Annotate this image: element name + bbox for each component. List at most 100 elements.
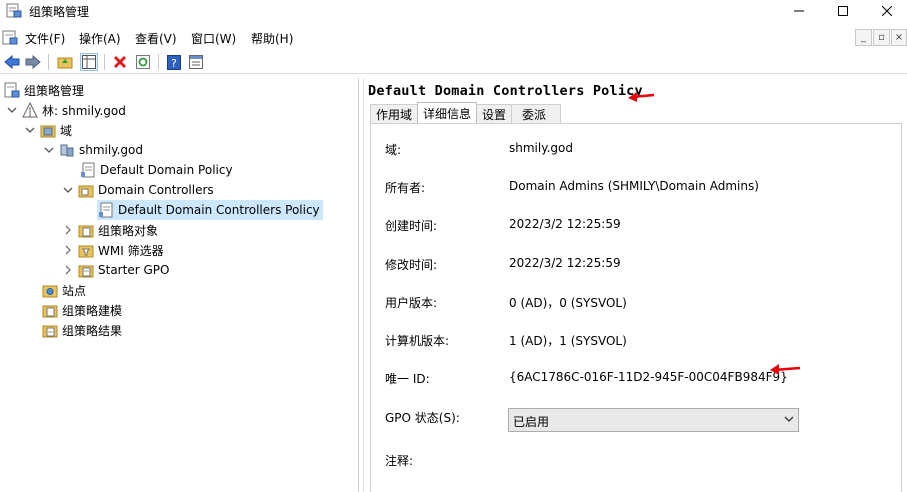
chevron-down-icon[interactable] xyxy=(6,104,18,116)
mdi-restore-button[interactable]: ▫ xyxy=(873,29,890,46)
refresh-button[interactable] xyxy=(134,53,152,71)
delete-icon xyxy=(113,55,127,69)
up-folder-button[interactable] xyxy=(56,53,74,71)
tab-delegation[interactable]: 委派 xyxy=(511,104,562,123)
sites-folder-icon xyxy=(42,285,58,298)
tab-settings[interactable]: 设置 xyxy=(476,104,513,123)
tree-label: 林: shmily.god xyxy=(42,103,126,118)
back-button[interactable] xyxy=(3,53,21,71)
tree-item-wmi-filters[interactable]: WMI 筛选器 xyxy=(62,240,164,260)
forest-icon xyxy=(22,102,38,118)
tree-label: 域 xyxy=(60,123,73,138)
tree-item-gpo-objects[interactable]: 组策略对象 xyxy=(62,220,158,240)
menu-action[interactable]: 操作(A) xyxy=(79,30,121,47)
close-icon xyxy=(882,6,892,16)
tree-item-starter-gpo[interactable]: Starter GPO xyxy=(62,260,169,280)
show-tree-button[interactable] xyxy=(80,53,98,71)
tree-label: 组策略结果 xyxy=(62,323,123,338)
toolbar-separator xyxy=(104,54,105,70)
delete-button[interactable] xyxy=(111,53,129,71)
tree-item-sites[interactable]: 站点 xyxy=(42,280,86,300)
field-label-modified: 修改时间: xyxy=(385,258,438,272)
up-folder-icon xyxy=(57,57,73,69)
chevron-right-icon[interactable] xyxy=(62,264,74,276)
modeling-folder-icon xyxy=(42,305,58,318)
field-value-user-version: 0 (AD)，0 (SYSVOL) xyxy=(509,296,627,310)
results-folder-icon xyxy=(42,325,58,338)
menu-window[interactable]: 窗口(W) xyxy=(191,30,236,47)
field-value-created: 2022/3/2 12:25:59 xyxy=(509,217,621,231)
minimize-icon: _ xyxy=(861,32,866,43)
tree-item-domains[interactable]: 域 xyxy=(24,120,72,140)
field-value-domain: shmily.god xyxy=(509,141,573,155)
field-label-comment: 注释: xyxy=(385,454,414,468)
forward-button[interactable] xyxy=(24,53,42,71)
field-label-domain: 域: xyxy=(385,143,402,157)
tree-item-domain[interactable]: shmily.god xyxy=(43,140,143,160)
tree-label: WMI 筛选器 xyxy=(98,243,164,258)
toolbar-separator xyxy=(48,54,49,70)
maximize-button[interactable] xyxy=(820,0,866,22)
properties-button[interactable] xyxy=(187,53,205,71)
menu-help[interactable]: 帮助(H) xyxy=(251,30,293,47)
close-button[interactable] xyxy=(864,0,907,22)
tree-item-default-domain-policy[interactable]: Default Domain Policy xyxy=(80,160,233,180)
show-tree-icon xyxy=(82,55,96,69)
chevron-down-icon[interactable] xyxy=(62,184,74,196)
mdi-minimize-button[interactable]: _ xyxy=(855,29,872,46)
field-label-created: 创建时间: xyxy=(385,219,438,233)
help-icon: ? xyxy=(167,54,181,70)
menu-bar: 文件(F) 操作(A) 查看(V) 窗口(W) 帮助(H) _ ▫ × xyxy=(0,26,907,48)
console-tree: 组策略管理 林: shmily.god 域 shmily.god Default… xyxy=(0,78,359,492)
tree-label: Default Domain Controllers Policy xyxy=(118,203,320,217)
chevron-down-icon[interactable] xyxy=(43,144,55,156)
help-button[interactable]: ? xyxy=(165,53,183,71)
tab-scope[interactable]: 作用域 xyxy=(370,104,419,123)
chevron-down-icon[interactable] xyxy=(24,124,36,136)
tree-item-results[interactable]: 组策略结果 xyxy=(42,320,122,340)
minimize-button[interactable] xyxy=(776,0,822,22)
tree-item-default-domain-controllers-policy[interactable]: Default Domain Controllers Policy xyxy=(97,200,323,220)
tab-details[interactable]: 详细信息 xyxy=(417,102,478,123)
tree-label: Starter GPO xyxy=(98,263,170,277)
gpo-status-select[interactable]: 已启用 xyxy=(508,408,799,432)
tree-item-root[interactable]: 组策略管理 xyxy=(4,80,84,100)
tree-item-modeling[interactable]: 组策略建模 xyxy=(42,300,122,320)
tree-label: Default Domain Policy xyxy=(100,163,233,177)
domains-folder-icon xyxy=(40,125,56,138)
maximize-icon xyxy=(838,6,848,16)
gpo-link-icon xyxy=(99,202,113,218)
menu-file[interactable]: 文件(F) xyxy=(25,30,65,47)
field-label-owner: 所有者: xyxy=(385,181,426,195)
field-label-gpo-status: GPO 状态(S): xyxy=(385,411,460,425)
starter-gpo-folder-icon xyxy=(78,265,94,278)
field-value-owner: Domain Admins (SHMILY\Domain Admins) xyxy=(509,179,759,193)
annotation-arrow-icon xyxy=(770,364,801,375)
chevron-right-icon[interactable] xyxy=(62,224,74,236)
mdi-close-button[interactable]: × xyxy=(891,29,907,46)
minimize-icon xyxy=(794,10,804,12)
menu-view[interactable]: 查看(V) xyxy=(135,30,177,47)
window-title: 组策略管理 xyxy=(29,5,90,19)
restore-icon: ▫ xyxy=(878,32,885,43)
ou-folder-icon xyxy=(78,185,94,198)
domain-icon xyxy=(60,144,74,157)
field-label-computer-version: 计算机版本: xyxy=(385,334,450,348)
field-value-computer-version: 1 (AD)，1 (SYSVOL) xyxy=(509,334,627,348)
toolbar-separator xyxy=(158,54,159,70)
tree-item-domain-controllers[interactable]: Domain Controllers xyxy=(62,180,214,200)
field-value-unique-id: {6AC1786C-016F-11D2-945F-00C04FB984F9} xyxy=(509,370,788,384)
svg-text:?: ? xyxy=(171,57,177,70)
wmi-folder-icon xyxy=(78,245,94,258)
tree-label: 站点 xyxy=(62,283,87,298)
details-pane: Default Domain Controllers Policy 作用域 详细… xyxy=(363,78,907,492)
field-label-unique-id: 唯一 ID: xyxy=(385,372,430,386)
tree-label: 组策略管理 xyxy=(24,83,85,98)
title-bar: 组策略管理 xyxy=(0,0,907,22)
details-panel: 域: shmily.god 所有者: Domain Admins (SHMILY… xyxy=(370,123,902,492)
chevron-right-icon[interactable] xyxy=(62,244,74,256)
gpo-status-value: 已启用 xyxy=(513,415,550,429)
console-icon[interactable] xyxy=(2,29,18,45)
tree-item-forest[interactable]: 林: shmily.god xyxy=(6,100,126,120)
tab-strip: 作用域 详细信息 设置 委派 xyxy=(370,102,562,123)
